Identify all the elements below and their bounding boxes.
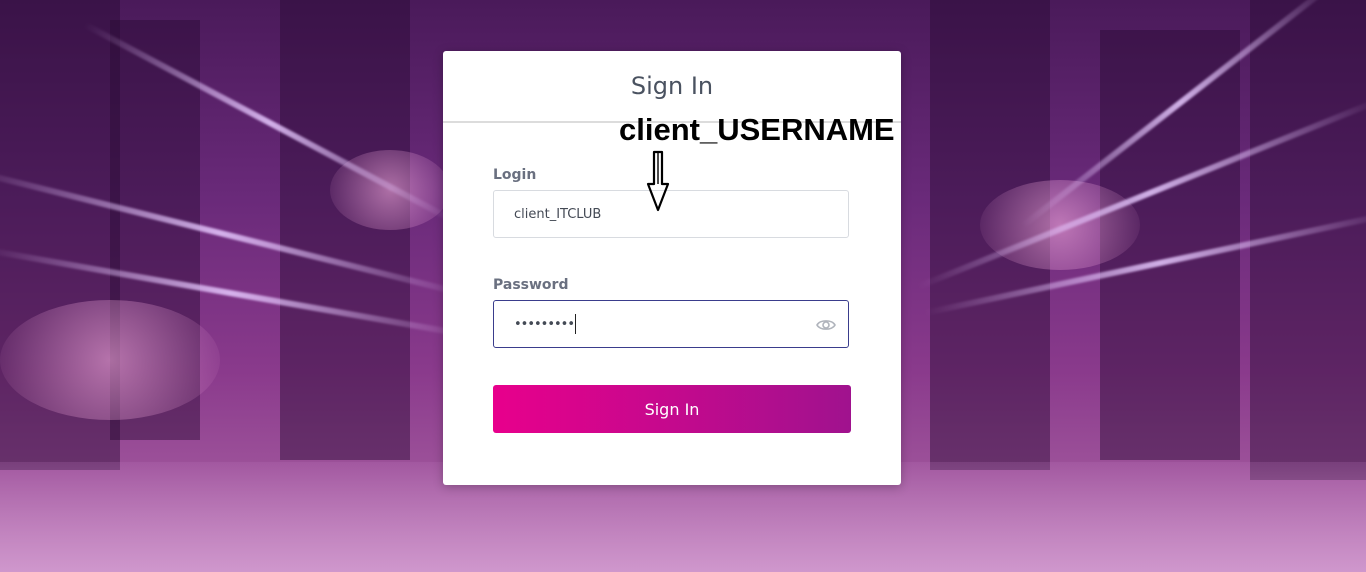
annotation-text: client_USERNAME: [619, 112, 895, 147]
down-arrow-icon: [645, 150, 671, 218]
password-input-value: •••••••••: [514, 316, 575, 332]
eye-icon[interactable]: [816, 316, 836, 334]
login-input[interactable]: client_ITCLUB: [493, 190, 849, 238]
sign-in-button[interactable]: Sign In: [493, 385, 851, 433]
page-title: Sign In: [630, 72, 714, 100]
login-label: Login: [493, 167, 537, 183]
text-caret: [575, 314, 577, 334]
login-input-value: client_ITCLUB: [514, 206, 602, 222]
password-label: Password: [493, 277, 569, 293]
password-input[interactable]: •••••••••: [493, 300, 849, 348]
